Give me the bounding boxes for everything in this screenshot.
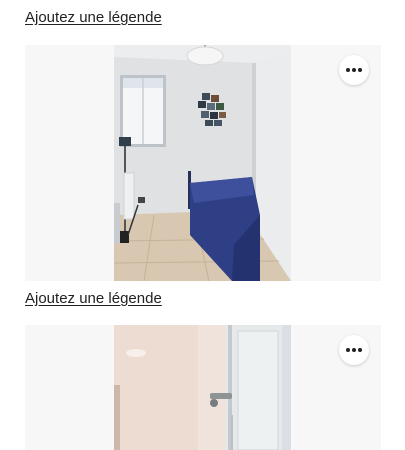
add-caption-link[interactable]: Ajoutez une légende bbox=[25, 9, 162, 27]
photo-options-button[interactable] bbox=[339, 55, 369, 85]
add-caption-link[interactable]: Ajoutez une légende bbox=[25, 290, 162, 308]
bathroom-photo bbox=[114, 325, 291, 450]
photo-options-button[interactable] bbox=[339, 335, 369, 365]
photo-card-bathroom[interactable] bbox=[25, 325, 381, 450]
ellipsis-horizontal-icon bbox=[346, 68, 362, 72]
photo-card-bedroom[interactable] bbox=[25, 45, 381, 281]
bedroom-photo bbox=[114, 45, 291, 281]
ellipsis-horizontal-icon bbox=[346, 348, 362, 352]
